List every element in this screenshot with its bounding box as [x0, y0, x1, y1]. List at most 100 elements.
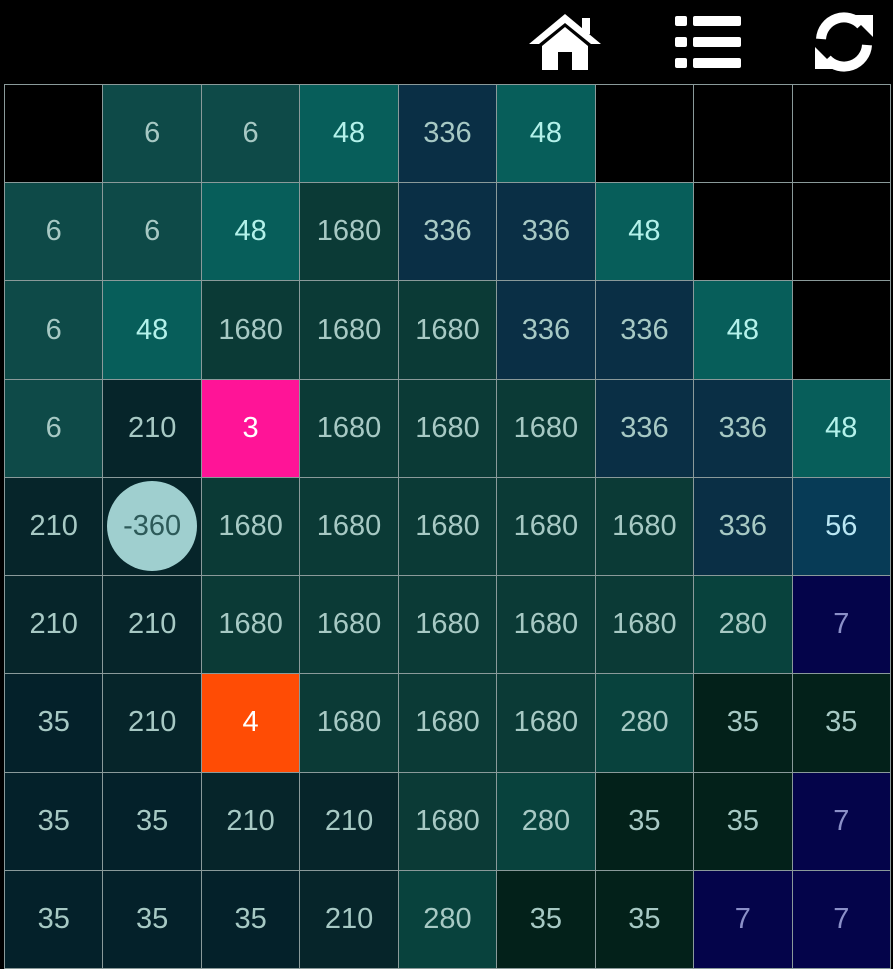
board-cell[interactable]: 210 [103, 379, 202, 478]
board-cell[interactable]: 1680 [398, 379, 498, 478]
board-cell[interactable]: 3 [201, 379, 301, 478]
board-cell[interactable]: 336 [694, 477, 793, 577]
board-cell[interactable]: 1680 [398, 772, 498, 871]
board-cell[interactable]: 336 [398, 85, 498, 184]
board-cell[interactable]: 1680 [201, 477, 301, 577]
board-cell[interactable]: 336 [497, 183, 596, 282]
board-cell[interactable]: 210 [201, 772, 301, 871]
cell-value: 48 [529, 117, 563, 150]
cell-value: 336 [718, 509, 768, 542]
board-cell[interactable]: 1680 [497, 477, 596, 577]
cell-value: 35 [628, 804, 661, 837]
board-cell[interactable]: 56 [792, 477, 891, 577]
board-cell[interactable]: 1680 [398, 281, 498, 380]
board-cell[interactable]: 35 [103, 870, 202, 969]
board-cell[interactable]: 35 [497, 870, 596, 969]
board-cell[interactable]: 1680 [201, 281, 301, 380]
board-cell[interactable]: 48 [103, 281, 202, 380]
cell-value: 6 [45, 313, 62, 346]
cell-value: 3 [242, 411, 259, 444]
board-cell[interactable]: 336 [398, 183, 498, 282]
board-cell[interactable]: 1680 [300, 281, 399, 380]
board-cell[interactable]: 48 [497, 85, 596, 184]
board-cell[interactable]: 1680 [300, 674, 399, 773]
board-cell[interactable]: 7 [792, 870, 891, 969]
cell-value: 1680 [218, 509, 283, 542]
board-cell[interactable]: 280 [497, 772, 596, 871]
board-cell[interactable]: 6 [5, 379, 104, 478]
board-cell[interactable]: 1680 [300, 477, 399, 577]
game-board: 6 6 48 336 48 6 6 48 1680 336 336 48 6 48 1680 1680 1680… [4, 84, 891, 969]
board-cell[interactable]: 35 [595, 870, 695, 969]
board-cell[interactable]: 6 [103, 85, 202, 184]
board-cell[interactable]: 1680 [497, 576, 596, 675]
board-cell[interactable]: 6 [5, 281, 104, 380]
cell-value: 1680 [415, 706, 480, 739]
board-cell[interactable]: 336 [595, 379, 695, 478]
board-cell[interactable] [792, 183, 891, 282]
board-cell[interactable]: 280 [398, 870, 498, 969]
board-cell[interactable]: 210 [5, 576, 104, 675]
menu-button[interactable] [668, 8, 748, 76]
board-cell[interactable]: 6 [103, 183, 202, 282]
board-cell[interactable]: 35 [792, 674, 891, 773]
board-cell[interactable]: 48 [595, 183, 695, 282]
board-cell[interactable]: -360 [103, 477, 202, 577]
board-cell[interactable]: 35 [5, 674, 104, 773]
cell-value: 1680 [612, 608, 677, 641]
board-cell[interactable]: 336 [595, 281, 695, 380]
board-cell[interactable] [595, 85, 695, 184]
cell-value: 48 [136, 313, 169, 346]
board-cell[interactable]: 1680 [300, 183, 399, 282]
board-cell[interactable]: 210 [300, 772, 399, 871]
board-cell[interactable]: 1680 [300, 379, 399, 478]
board-cell[interactable]: 48 [694, 281, 793, 380]
board-cell[interactable]: 1680 [201, 576, 301, 675]
board-cell[interactable]: 35 [201, 870, 301, 969]
board-cell[interactable]: 280 [694, 576, 793, 675]
board-cell[interactable]: 48 [201, 183, 301, 282]
cell-value: 1680 [415, 313, 480, 346]
board-cell[interactable]: 280 [595, 674, 695, 773]
board-cell[interactable]: 35 [103, 772, 202, 871]
board-cell[interactable]: 1680 [398, 674, 498, 773]
board-cell[interactable]: 35 [5, 870, 104, 969]
board-cell[interactable]: 210 [103, 674, 202, 773]
board-cell[interactable]: 210 [5, 477, 104, 577]
board-cell[interactable] [5, 85, 104, 184]
board-cell[interactable]: 6 [5, 183, 104, 282]
board-cell[interactable]: 1680 [398, 576, 498, 675]
cell-value: 1680 [513, 509, 579, 542]
board-cell[interactable]: 336 [497, 281, 596, 380]
board-cell[interactable]: 1680 [497, 379, 596, 478]
board-cell[interactable] [694, 85, 793, 184]
board-cell[interactable] [792, 281, 891, 380]
restart-button[interactable] [804, 8, 884, 76]
board-cell[interactable]: 35 [694, 772, 793, 871]
board-cell[interactable] [792, 85, 891, 184]
board-cell[interactable]: 7 [792, 772, 891, 871]
board-cell[interactable]: 1680 [300, 576, 399, 675]
cell-value: 35 [726, 706, 759, 739]
board-cell[interactable]: 210 [300, 870, 399, 969]
board-cell[interactable]: 7 [694, 870, 793, 969]
board-cell[interactable]: 336 [694, 379, 793, 478]
board-cell[interactable]: 7 [792, 576, 891, 675]
board-cell[interactable]: 35 [694, 674, 793, 773]
board-cell[interactable] [694, 183, 793, 282]
cell-value: 35 [37, 902, 70, 935]
cell-value: 336 [620, 411, 669, 444]
board-cell[interactable]: 4 [201, 674, 301, 773]
cell-value: 48 [726, 313, 759, 346]
board-cell[interactable]: 48 [792, 379, 891, 478]
board-cell[interactable]: 35 [5, 772, 104, 871]
board-cell[interactable]: 35 [595, 772, 695, 871]
board-cell[interactable]: 1680 [497, 674, 596, 773]
board-cell[interactable]: 6 [201, 85, 301, 184]
board-cell[interactable]: 1680 [595, 576, 695, 675]
board-cell[interactable]: 210 [103, 576, 202, 675]
board-cell[interactable]: 48 [300, 85, 399, 184]
home-button[interactable] [525, 8, 605, 76]
board-cell[interactable]: 1680 [595, 477, 695, 577]
board-cell[interactable]: 1680 [398, 477, 498, 577]
